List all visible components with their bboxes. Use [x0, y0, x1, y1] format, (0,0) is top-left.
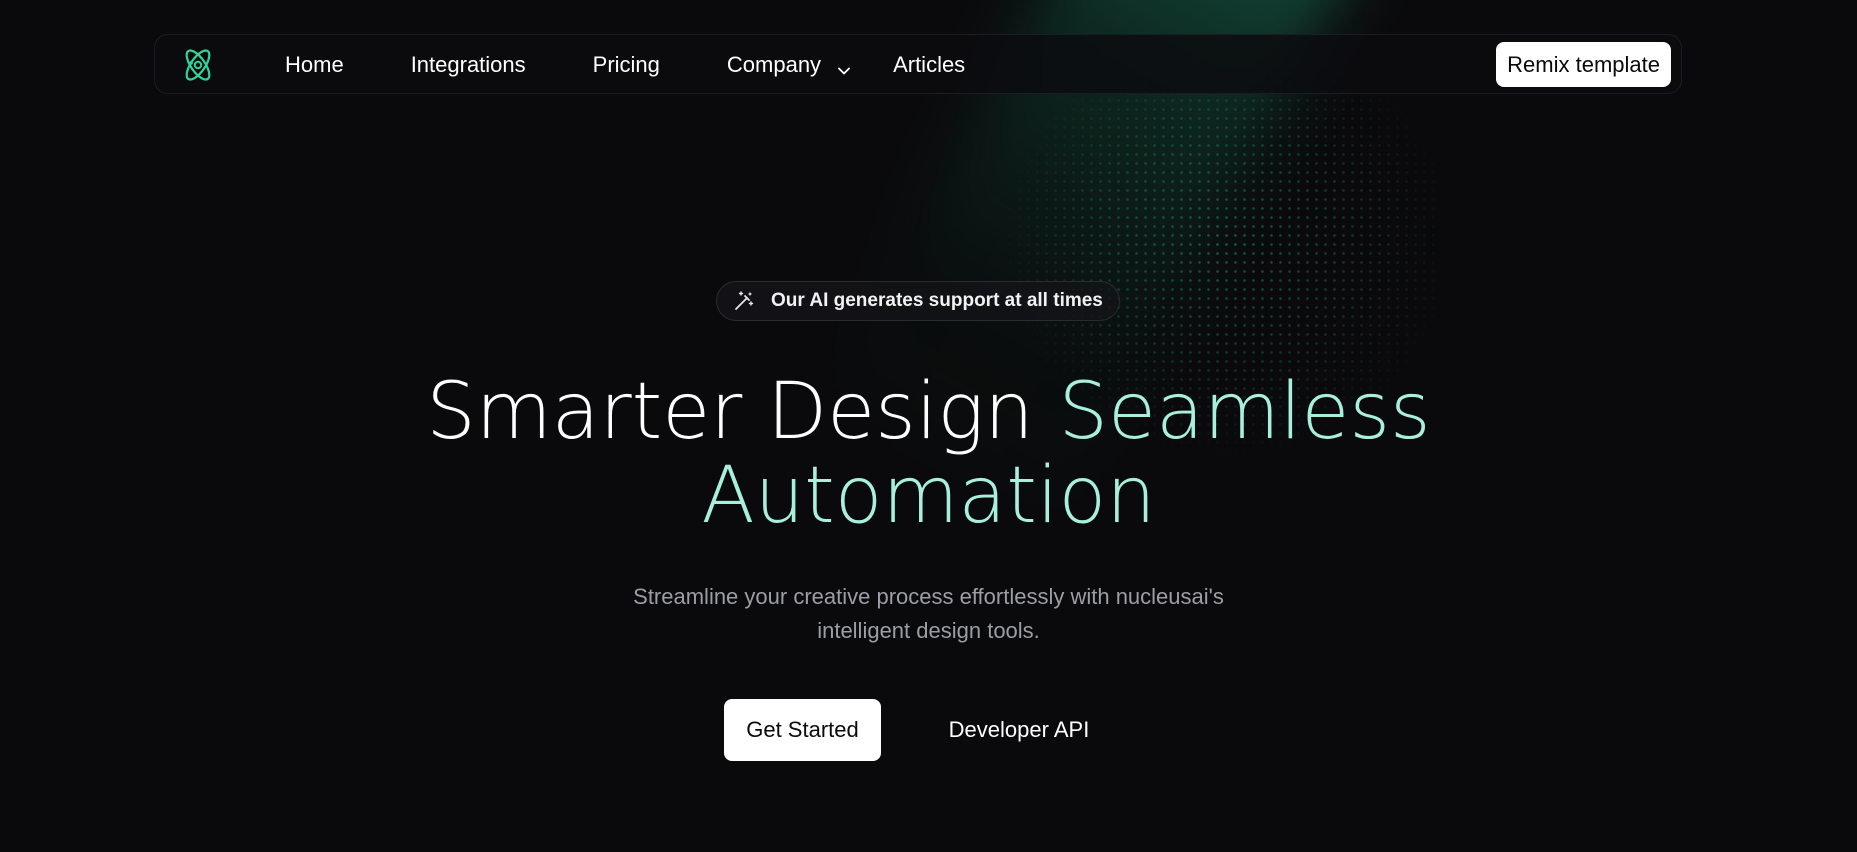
nav-link-articles[interactable]: Articles	[893, 52, 965, 78]
ai-support-badge: Our AI generates support at all times	[716, 281, 1120, 321]
nav-link-company[interactable]: Company	[727, 52, 851, 78]
landing-page: Home Integrations Pricing Company Articl…	[0, 0, 1857, 852]
hero-subtitle: Streamline your creative process effortl…	[0, 580, 1857, 648]
nav-link-company-label: Company	[726, 52, 822, 77]
nav-links: Home Integrations Pricing Company Articl…	[285, 35, 1032, 95]
hero-headline: Smarter Design Seamless Automation	[0, 370, 1857, 538]
headline-white-part: Smarter Design	[426, 367, 1034, 457]
badge-text: Our AI generates support at all times	[771, 290, 1103, 311]
remix-template-button[interactable]: Remix template	[1496, 42, 1671, 87]
nav-link-pricing[interactable]: Pricing	[593, 52, 660, 78]
magic-wand-icon	[733, 290, 755, 312]
get-started-button[interactable]: Get Started	[724, 699, 881, 761]
developer-api-button[interactable]: Developer API	[930, 699, 1108, 761]
atom-logo-icon[interactable]	[179, 46, 217, 84]
nav-link-home[interactable]: Home	[285, 52, 344, 78]
nav-link-integrations[interactable]: Integrations	[411, 52, 526, 78]
subtitle-line-1: Streamline your creative process effortl…	[633, 584, 1224, 609]
chevron-down-icon[interactable]	[837, 58, 851, 75]
headline-accent-part-2: Automation	[701, 451, 1156, 541]
headline-accent-part-1: Seamless	[1058, 367, 1431, 457]
top-navbar: Home Integrations Pricing Company Articl…	[154, 34, 1682, 94]
subtitle-line-2: intelligent design tools.	[817, 618, 1040, 643]
